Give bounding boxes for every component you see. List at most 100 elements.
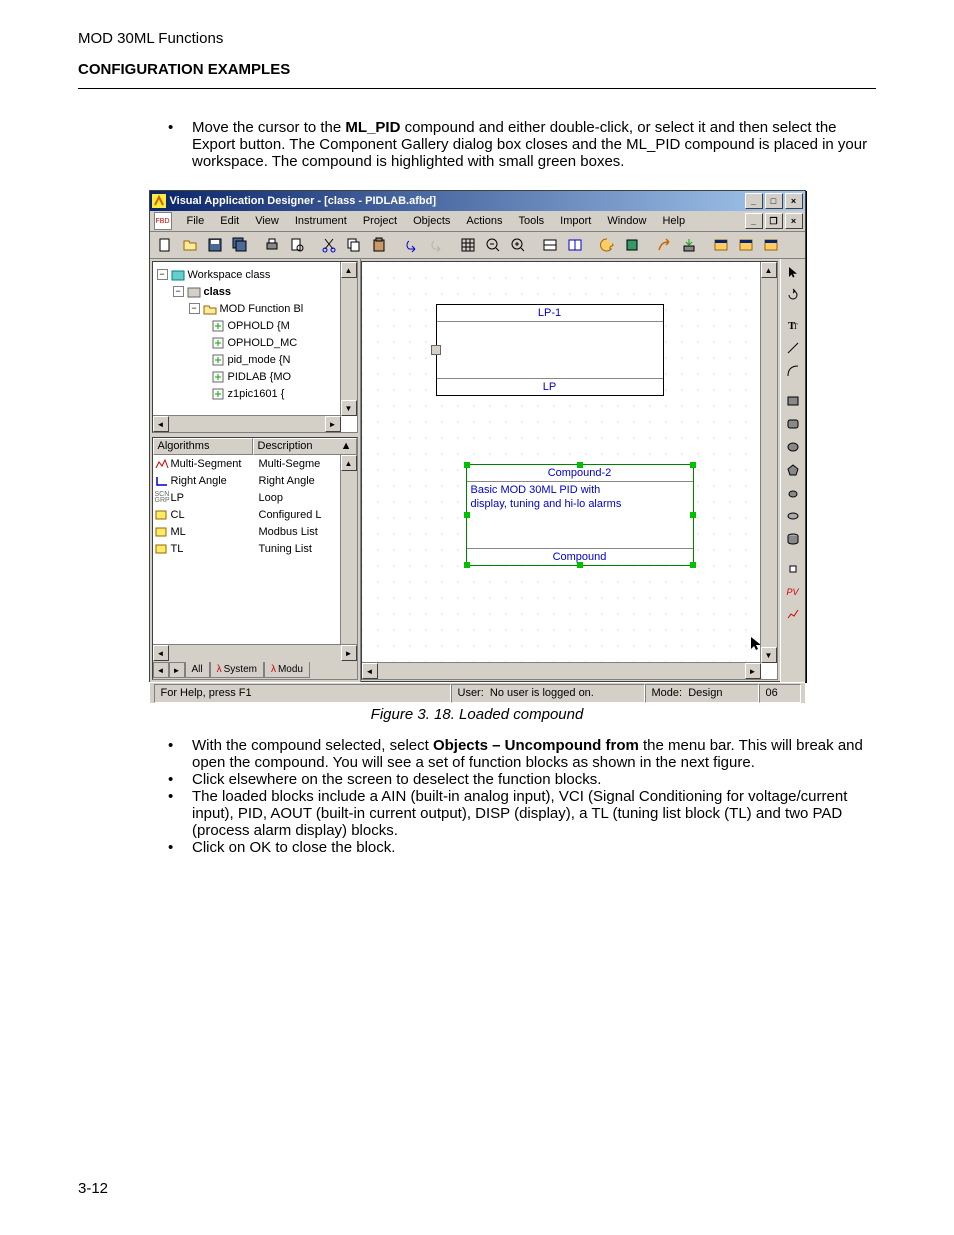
menu-project[interactable]: Project bbox=[356, 213, 404, 229]
palette-button[interactable] bbox=[595, 233, 619, 257]
menu-objects[interactable]: Objects bbox=[406, 213, 457, 229]
save-all-button[interactable] bbox=[228, 233, 252, 257]
tab-prev[interactable]: ◄ bbox=[153, 662, 169, 678]
pv-tool[interactable]: PV bbox=[782, 581, 804, 603]
status-num: 06 bbox=[759, 684, 801, 703]
ellipse-tool[interactable] bbox=[782, 436, 804, 458]
col-description[interactable]: Description▲ bbox=[253, 438, 357, 455]
status-mode: Mode: Design bbox=[645, 684, 759, 703]
save-button[interactable] bbox=[203, 233, 227, 257]
port-tool[interactable] bbox=[782, 558, 804, 580]
open-button[interactable] bbox=[178, 233, 202, 257]
tab-system[interactable]: λSystem bbox=[210, 662, 264, 678]
algorithm-grid[interactable]: Algorithms Description▲ Multi-SegmentMul… bbox=[152, 437, 358, 680]
menu-tools[interactable]: Tools bbox=[511, 213, 551, 229]
menu-import[interactable]: Import bbox=[553, 213, 598, 229]
new-button[interactable] bbox=[153, 233, 177, 257]
mdi-close-button[interactable]: × bbox=[785, 213, 803, 229]
redo-button[interactable] bbox=[424, 233, 448, 257]
toolbar bbox=[150, 232, 805, 259]
section-title: CONFIGURATION EXAMPLES bbox=[78, 61, 876, 78]
grid-row[interactable]: TLTuning List bbox=[153, 540, 357, 557]
status-help: For Help, press F1 bbox=[154, 684, 451, 703]
line-tool[interactable] bbox=[782, 337, 804, 359]
grid-row[interactable]: Right AngleRight Angle bbox=[153, 472, 357, 489]
workspace-tree[interactable]: −Workspace class −class −MOD Function Bl… bbox=[152, 261, 358, 433]
block-compound2[interactable]: Compound-2 Basic MOD 30ML PID with displ… bbox=[466, 464, 694, 566]
grid-row[interactable]: Multi-SegmentMulti-Segme bbox=[153, 455, 357, 472]
block-icon bbox=[211, 319, 225, 333]
menu-edit[interactable]: Edit bbox=[213, 213, 246, 229]
mdi-minimize-button[interactable]: _ bbox=[745, 213, 763, 229]
menu-view[interactable]: View bbox=[248, 213, 286, 229]
block-icon bbox=[211, 353, 225, 367]
menu-instrument[interactable]: Instrument bbox=[288, 213, 354, 229]
canvas-hscroll[interactable]: ◄► bbox=[362, 662, 761, 679]
cut-button[interactable] bbox=[317, 233, 341, 257]
app-window: Visual Application Designer - [class - P… bbox=[149, 190, 806, 682]
text-tool[interactable]: TT bbox=[782, 314, 804, 336]
undo-button[interactable] bbox=[399, 233, 423, 257]
status-bar: For Help, press F1 User: No user is logg… bbox=[150, 682, 805, 703]
mdi-icon[interactable]: FBD bbox=[154, 212, 172, 230]
closed-curve-tool[interactable] bbox=[782, 482, 804, 504]
bullet-icon: • bbox=[168, 737, 192, 771]
minimize-button[interactable]: _ bbox=[745, 193, 763, 209]
app-icon bbox=[152, 194, 166, 208]
title-bar[interactable]: Visual Application Designer - [class - P… bbox=[150, 191, 805, 211]
zoom-out-button[interactable] bbox=[481, 233, 505, 257]
rect-tool[interactable] bbox=[782, 390, 804, 412]
mdi-restore-button[interactable]: ❐ bbox=[765, 213, 783, 229]
tab-modu[interactable]: λModu bbox=[264, 662, 310, 678]
canvas-vscroll[interactable]: ▲▼ bbox=[760, 262, 777, 663]
bullet-icon: • bbox=[168, 771, 192, 788]
preview-button[interactable] bbox=[285, 233, 309, 257]
grid-row[interactable]: SCNGRPLPLoop bbox=[153, 489, 357, 506]
tab-all[interactable]: All bbox=[185, 662, 210, 678]
design-canvas[interactable]: LP-1 LP Compound-2 Basic MOD 30ML PID wi… bbox=[361, 261, 778, 680]
ellipse2-tool[interactable] bbox=[782, 505, 804, 527]
grid-button[interactable] bbox=[456, 233, 480, 257]
zoom-in-button[interactable] bbox=[506, 233, 530, 257]
rotate-tool[interactable] bbox=[782, 284, 804, 306]
menu-actions[interactable]: Actions bbox=[459, 213, 509, 229]
tab-next[interactable]: ► bbox=[169, 662, 185, 678]
menu-bar: FBD File Edit View Instrument Project Ob… bbox=[150, 211, 805, 232]
header-rule bbox=[78, 88, 876, 89]
download-button[interactable] bbox=[677, 233, 701, 257]
bullet-text-3: Click elsewhere on the screen to deselec… bbox=[192, 771, 876, 788]
col-algorithms[interactable]: Algorithms bbox=[153, 438, 253, 455]
block-lp1[interactable]: LP-1 LP bbox=[436, 304, 664, 396]
menu-help[interactable]: Help bbox=[655, 213, 692, 229]
split-v-button[interactable] bbox=[563, 233, 587, 257]
maximize-button[interactable]: □ bbox=[765, 193, 783, 209]
grid-row[interactable]: CLConfigured L bbox=[153, 506, 357, 523]
roundrect-tool[interactable] bbox=[782, 413, 804, 435]
tree-hscroll[interactable]: ◄► bbox=[153, 415, 341, 432]
grid-vscroll[interactable]: ▲▼ bbox=[340, 455, 357, 663]
workspace-icon bbox=[171, 268, 185, 282]
pointer-tool[interactable] bbox=[782, 261, 804, 283]
close-button[interactable]: × bbox=[785, 193, 803, 209]
menu-window[interactable]: Window bbox=[600, 213, 653, 229]
window1-button[interactable] bbox=[709, 233, 733, 257]
component-button[interactable] bbox=[620, 233, 644, 257]
print-button[interactable] bbox=[260, 233, 284, 257]
window3-button[interactable] bbox=[759, 233, 783, 257]
menu-file[interactable]: File bbox=[180, 213, 212, 229]
tree-vscroll[interactable]: ▲▼ bbox=[340, 262, 357, 416]
trend-tool[interactable] bbox=[782, 604, 804, 626]
bullet-icon: • bbox=[168, 788, 192, 839]
grid-row[interactable]: MLModbus List bbox=[153, 523, 357, 540]
cylinder-tool[interactable] bbox=[782, 528, 804, 550]
copy-button[interactable] bbox=[342, 233, 366, 257]
polygon-tool[interactable] bbox=[782, 459, 804, 481]
paste-button[interactable] bbox=[367, 233, 391, 257]
arc-tool[interactable] bbox=[782, 360, 804, 382]
block-icon bbox=[211, 370, 225, 384]
bullet-icon: • bbox=[168, 119, 192, 170]
compile-button[interactable] bbox=[652, 233, 676, 257]
window2-button[interactable] bbox=[734, 233, 758, 257]
grid-hscroll[interactable]: ◄► bbox=[153, 644, 357, 661]
split-h-button[interactable] bbox=[538, 233, 562, 257]
